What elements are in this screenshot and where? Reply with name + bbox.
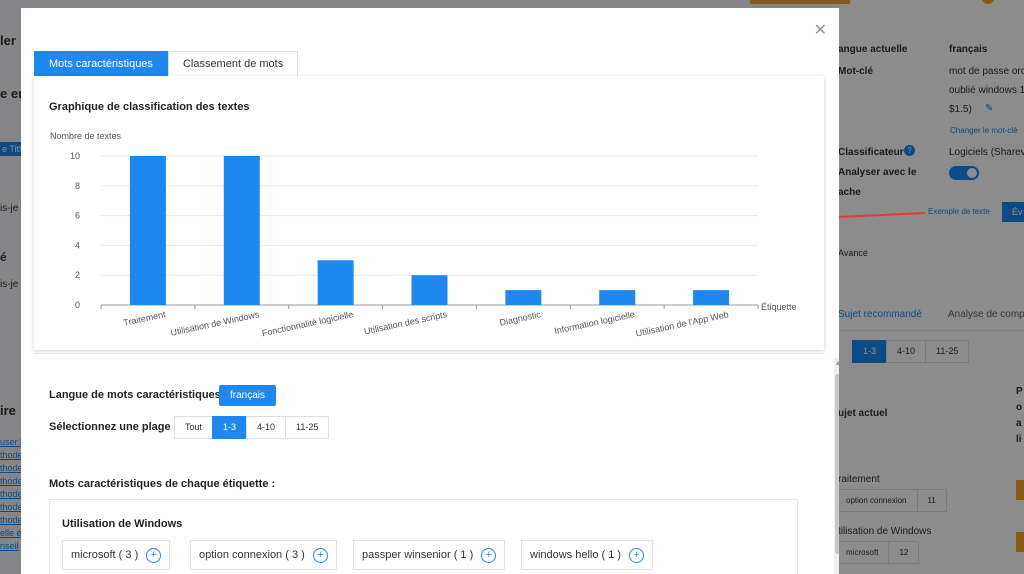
chip-label: windows hello ( 1 ): [530, 549, 622, 561]
chart-bar[interactable]: [129, 156, 166, 305]
langue-value-button[interactable]: français: [219, 385, 277, 406]
keyword-chip[interactable]: microsoft ( 3 ) +: [62, 540, 171, 570]
chart-bar[interactable]: [411, 275, 448, 305]
modal-dialog: ✕ Mots caractéristiques Classement de mo…: [21, 8, 839, 574]
zoom-in-icon[interactable]: +: [629, 547, 645, 563]
label-group-utilisation-windows: Utilisation de Windows microsoft ( 3 ) +…: [49, 499, 798, 574]
tab-mots-caracteristiques[interactable]: Mots caractéristiques: [34, 51, 168, 78]
zoom-in-icon[interactable]: +: [312, 547, 328, 563]
chart-bar[interactable]: [599, 290, 636, 305]
scrollbar[interactable]: ▲: [834, 358, 839, 574]
x-tick-label: Information logicielle: [553, 309, 635, 336]
modal-tabs: Mots caractéristiques Classement de mots: [34, 51, 299, 78]
y-tick-label: 6: [75, 211, 80, 221]
plage-option-tout[interactable]: Tout: [174, 416, 214, 439]
close-icon[interactable]: ✕: [814, 20, 827, 40]
chart-bar[interactable]: [505, 290, 542, 305]
keyword-chip[interactable]: option connexion ( 3 ) +: [190, 540, 337, 570]
y-tick-label: 4: [75, 240, 80, 250]
bar-chart: Nombre de textes 0246810 Traitement Utili…: [50, 131, 797, 339]
y-tick-label: 0: [75, 300, 80, 310]
lower-section: Langue de mots caractéristiques : frança…: [34, 354, 810, 574]
keyword-chip[interactable]: windows hello ( 1 ) +: [521, 540, 654, 570]
plage-option-1-3[interactable]: 1-3: [212, 416, 248, 439]
x-tick-label: Utilisation des scripts: [363, 309, 448, 336]
zoom-in-icon[interactable]: +: [146, 547, 162, 563]
chip-label: option connexion ( 3 ): [199, 549, 305, 561]
chip-label: passper winsenior ( 1 ): [362, 549, 474, 561]
scrollbar-thumb[interactable]: [835, 374, 839, 554]
x-tick-label: Utilisation de l'App Web: [635, 309, 730, 338]
keyword-chip[interactable]: passper winsenior ( 1 ) +: [353, 540, 506, 570]
scroll-up-icon[interactable]: ▲: [834, 360, 839, 367]
x-tick-label: Fonctionnalité logicielle: [261, 309, 354, 338]
chart-bar[interactable]: [693, 290, 730, 305]
chart-card: Graphique de classification des textes N…: [34, 76, 824, 350]
x-tick-label: Traitement: [123, 309, 167, 328]
chip-label: microsoft ( 3 ): [71, 549, 139, 561]
plage-label: Sélectionnez une plage :: [49, 421, 178, 433]
langue-label: Langue de mots caractéristiques :: [49, 389, 228, 401]
chart-bar[interactable]: [223, 156, 260, 305]
group-title: Utilisation de Windows: [62, 518, 183, 530]
tab-classement-de-mots[interactable]: Classement de mots: [167, 51, 299, 78]
plage-option-4-10[interactable]: 4-10: [246, 416, 287, 439]
chart-xlabel: Étiquette: [761, 302, 797, 312]
x-tick-label: Utilisation de Windows: [170, 309, 261, 338]
chart-bar[interactable]: [317, 260, 354, 305]
y-tick-label: 8: [75, 181, 80, 191]
plage-selector: Tout 1-3 4-10 11-25: [174, 416, 330, 439]
plage-option-11-25[interactable]: 11-25: [285, 416, 330, 439]
zoom-in-icon[interactable]: +: [481, 547, 497, 563]
y-tick-label: 2: [75, 270, 80, 280]
x-tick-label: Diagnostic: [499, 309, 543, 328]
chart-ylabel: Nombre de textes: [50, 131, 122, 141]
y-tick-label: 10: [70, 151, 80, 161]
mots-label: Mots caractéristiques de chaque étiquett…: [49, 478, 276, 490]
